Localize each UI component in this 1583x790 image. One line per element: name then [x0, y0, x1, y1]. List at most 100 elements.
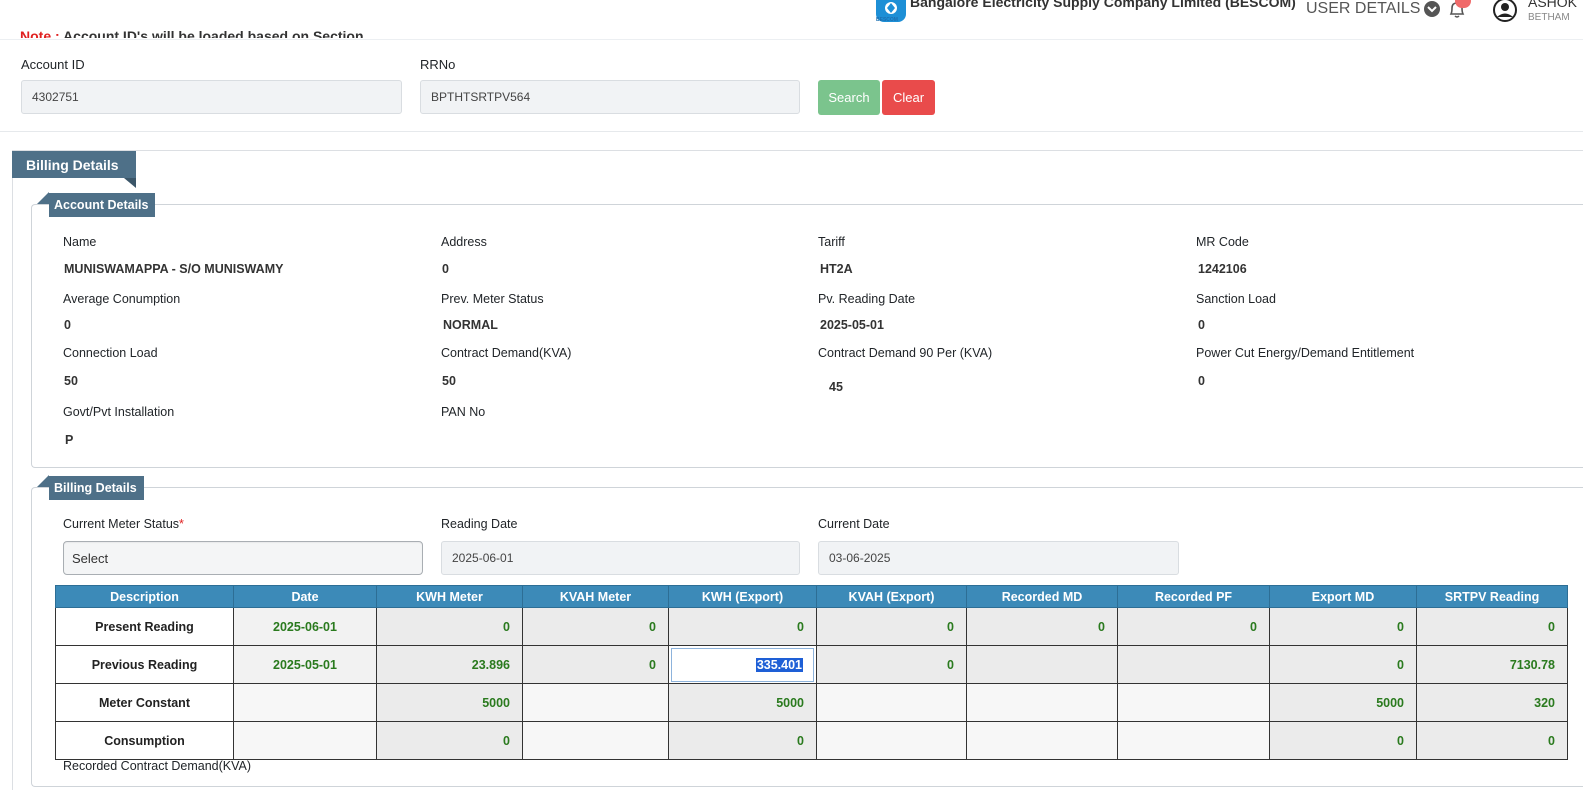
srtpv-reading-cell[interactable]: 0: [1416, 607, 1568, 646]
logo-caption: BESCOM: [876, 17, 898, 23]
current-date-input[interactable]: 03-06-2025: [818, 541, 1179, 575]
srtpv-reading-cell: 0: [1416, 721, 1568, 760]
connection-load-value: 50: [64, 374, 78, 388]
sanction-load-value: 0: [1198, 318, 1205, 332]
recorded-contract-demand-label: Recorded Contract Demand(KVA): [63, 759, 252, 773]
account-details-title: Account Details: [49, 193, 156, 217]
kvah-meter-cell: [522, 721, 669, 760]
name-value: MUNISWAMAPPA - S/O MUNISWAMY: [64, 262, 284, 276]
account-details-box: [31, 204, 1583, 468]
row-description: Consumption: [55, 721, 234, 760]
kvah-export-cell: [816, 721, 967, 760]
column-header: KWH (Export): [668, 585, 817, 608]
kwh-export-cell[interactable]: 335.401: [668, 645, 817, 684]
table-row: Present Reading 2025-06-01 0 0 0 0 0 0 0…: [55, 607, 1568, 646]
contract-demand-90-label: Contract Demand 90 Per (KVA): [818, 346, 993, 360]
company-name: Bangalore Electricity Supply Company Lim…: [910, 0, 1296, 10]
column-header: KVAH Meter: [522, 585, 669, 608]
reading-date-label: Reading Date: [441, 517, 518, 531]
meter-status-select[interactable]: Select: [63, 541, 423, 575]
recorded-md-cell[interactable]: 0: [966, 607, 1118, 646]
prev-meter-status-label: Prev. Meter Status: [441, 292, 544, 306]
column-header: Recorded MD: [966, 585, 1118, 608]
kvah-meter-cell[interactable]: 0: [522, 607, 669, 646]
ribbon-tail: [124, 178, 136, 188]
export-md-cell: 0: [1269, 721, 1417, 760]
meter-status-label-text: Current Meter Status: [63, 517, 180, 531]
date-cell: 2025-05-01: [233, 645, 377, 684]
date-cell: [233, 683, 377, 722]
kwh-meter-cell[interactable]: 23.896: [376, 645, 523, 684]
recorded-md-cell: [966, 683, 1118, 722]
kwh-export-cell[interactable]: 0: [668, 607, 817, 646]
note-text: Account ID's will be loaded based on Sec…: [63, 28, 364, 38]
kvah-export-cell[interactable]: 0: [816, 645, 967, 684]
table-row: Previous Reading 2025-05-01 23.896 0 335…: [55, 645, 1568, 684]
table-header-row: Description Date KWH Meter KVAH Meter KW…: [55, 585, 1568, 608]
row-description: Previous Reading: [55, 645, 234, 684]
user-subtitle: BETHAM: [1528, 12, 1570, 23]
column-header: Recorded PF: [1117, 585, 1270, 608]
kwh-export-cell: 5000: [668, 683, 817, 722]
account-id-input[interactable]: 4302751: [21, 80, 402, 114]
tariff-value: HT2A: [820, 262, 853, 276]
export-md-cell: 5000: [1269, 683, 1417, 722]
column-header: Date: [233, 585, 377, 608]
recorded-pf-cell[interactable]: 0: [1117, 607, 1270, 646]
pv-reading-date-label: Pv. Reading Date: [818, 292, 916, 306]
meter-readings-table: Description Date KWH Meter KVAH Meter KW…: [55, 585, 1568, 760]
kvah-export-cell: [816, 683, 967, 722]
rrno-label: RRNo: [420, 57, 456, 72]
billing-details-title: Billing Details: [49, 476, 144, 500]
recorded-md-cell[interactable]: [966, 645, 1118, 684]
user-details-menu[interactable]: USER DETAILS: [1306, 0, 1441, 18]
address-label: Address: [441, 235, 487, 249]
section-note: Note : Account ID's will be loaded based…: [20, 28, 364, 38]
recorded-pf-cell: [1117, 721, 1270, 760]
tariff-label: Tariff: [818, 235, 845, 249]
kwh-meter-cell[interactable]: 0: [376, 607, 523, 646]
kwh-export-input[interactable]: 335.401: [671, 647, 814, 682]
billing-section-title: Billing Details: [12, 151, 136, 178]
power-cut-entitlement-value: 0: [1198, 374, 1205, 388]
recorded-pf-cell: [1117, 683, 1270, 722]
current-date-label: Current Date: [818, 517, 890, 531]
sanction-load-label: Sanction Load: [1196, 292, 1276, 306]
ribbon-tail: [37, 475, 49, 487]
search-button[interactable]: Search: [818, 80, 880, 115]
selected-text: 335.401: [755, 657, 803, 672]
kwh-meter-cell: 0: [376, 721, 523, 760]
mr-code-label: MR Code: [1196, 235, 1249, 249]
rrno-input[interactable]: BPTHTSRTPV564: [420, 80, 800, 114]
column-header: Export MD: [1269, 585, 1417, 608]
note-prefix: Note :: [20, 28, 60, 38]
avg-consumption-value: 0: [64, 318, 71, 332]
required-mark: *: [179, 517, 184, 531]
account-id-label: Account ID: [21, 57, 85, 72]
pv-reading-date-value: 2025-05-01: [820, 318, 884, 332]
srtpv-reading-cell[interactable]: 7130.78: [1416, 645, 1568, 684]
column-header: KWH Meter: [376, 585, 523, 608]
ribbon-tail: [37, 192, 49, 204]
recorded-pf-cell[interactable]: [1117, 645, 1270, 684]
kvah-meter-cell[interactable]: 0: [522, 645, 669, 684]
power-cut-entitlement-label: Power Cut Energy/Demand Entitlement: [1196, 346, 1415, 360]
user-avatar-icon[interactable]: [1492, 0, 1518, 22]
prev-meter-status-value: NORMAL: [443, 318, 498, 332]
divider: [0, 131, 1583, 132]
kwh-export-cell: 0: [668, 721, 817, 760]
column-header: Description: [55, 585, 234, 608]
govt-pvt-installation-label: Govt/Pvt Installation: [63, 405, 175, 419]
clear-button[interactable]: Clear: [882, 80, 935, 115]
column-header: SRTPV Reading: [1416, 585, 1568, 608]
export-md-cell[interactable]: 0: [1269, 607, 1417, 646]
top-header: Note : Account ID's will be loaded based…: [0, 0, 1583, 40]
address-value: 0: [442, 262, 449, 276]
kvah-meter-cell: [522, 683, 669, 722]
notification-badge: [1455, 0, 1471, 8]
recorded-md-cell: [966, 721, 1118, 760]
reading-date-input[interactable]: 2025-06-01: [441, 541, 800, 575]
export-md-cell[interactable]: 0: [1269, 645, 1417, 684]
kvah-export-cell[interactable]: 0: [816, 607, 967, 646]
table-row: Meter Constant 5000 5000 5000 320: [55, 683, 1568, 722]
